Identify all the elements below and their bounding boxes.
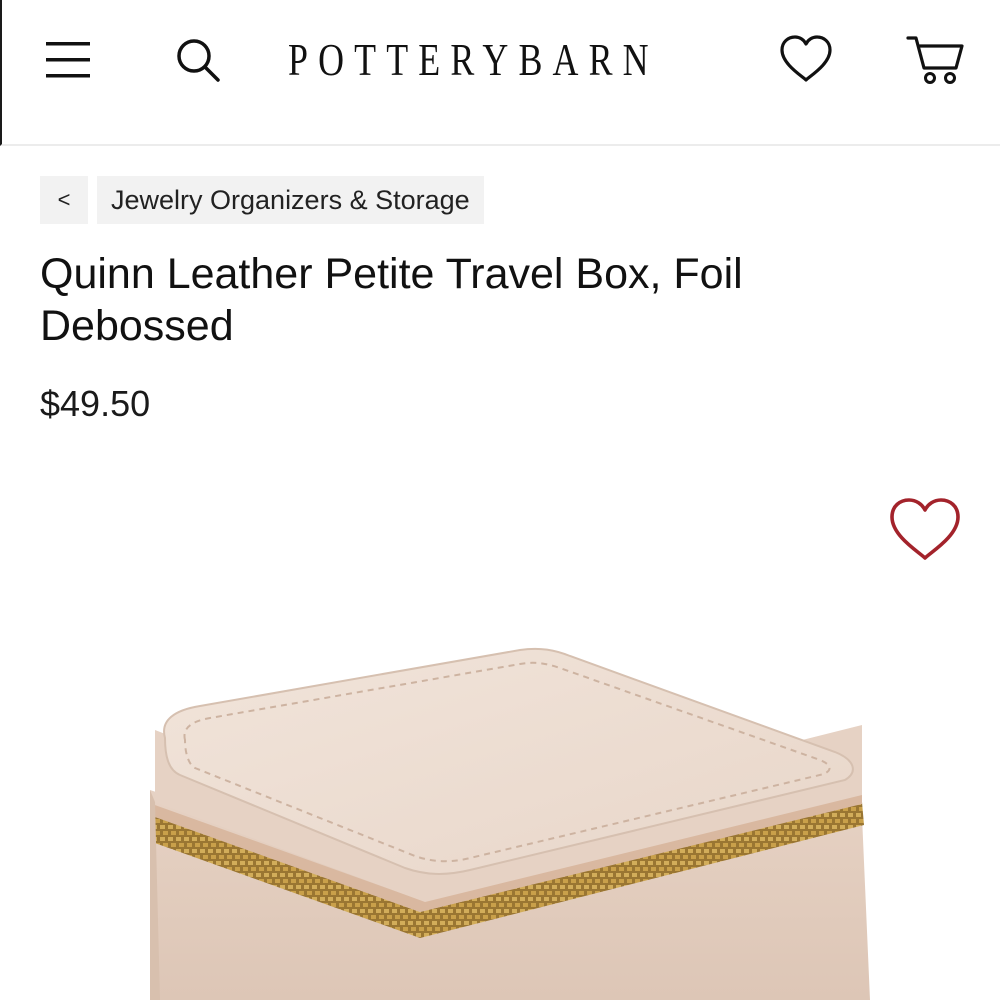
menu-button[interactable] <box>44 38 92 82</box>
product-price: $49.50 <box>40 383 151 424</box>
product-page: POTTERYBARN < Jewelry Organizers & Stora… <box>0 0 1000 1000</box>
heart-outline-icon <box>890 498 960 560</box>
site-header: POTTERYBARN <box>0 0 1000 146</box>
cart-button[interactable] <box>906 34 966 86</box>
search-icon <box>177 39 220 82</box>
wishlist-button[interactable] <box>778 34 834 84</box>
product-title: Quinn Leather Petite Travel Box, Foil De… <box>40 250 743 350</box>
add-to-favorites-button[interactable] <box>888 496 962 564</box>
heart-icon <box>780 35 832 82</box>
brand-logo[interactable]: POTTERYBARN <box>288 30 649 90</box>
menu-icon <box>46 42 90 78</box>
cart-icon <box>906 36 964 84</box>
breadcrumb-back-button[interactable]: < <box>40 176 88 224</box>
product-image[interactable] <box>0 620 1000 1000</box>
search-button[interactable] <box>174 36 222 84</box>
breadcrumb-category-link[interactable]: Jewelry Organizers & Storage <box>97 176 484 224</box>
